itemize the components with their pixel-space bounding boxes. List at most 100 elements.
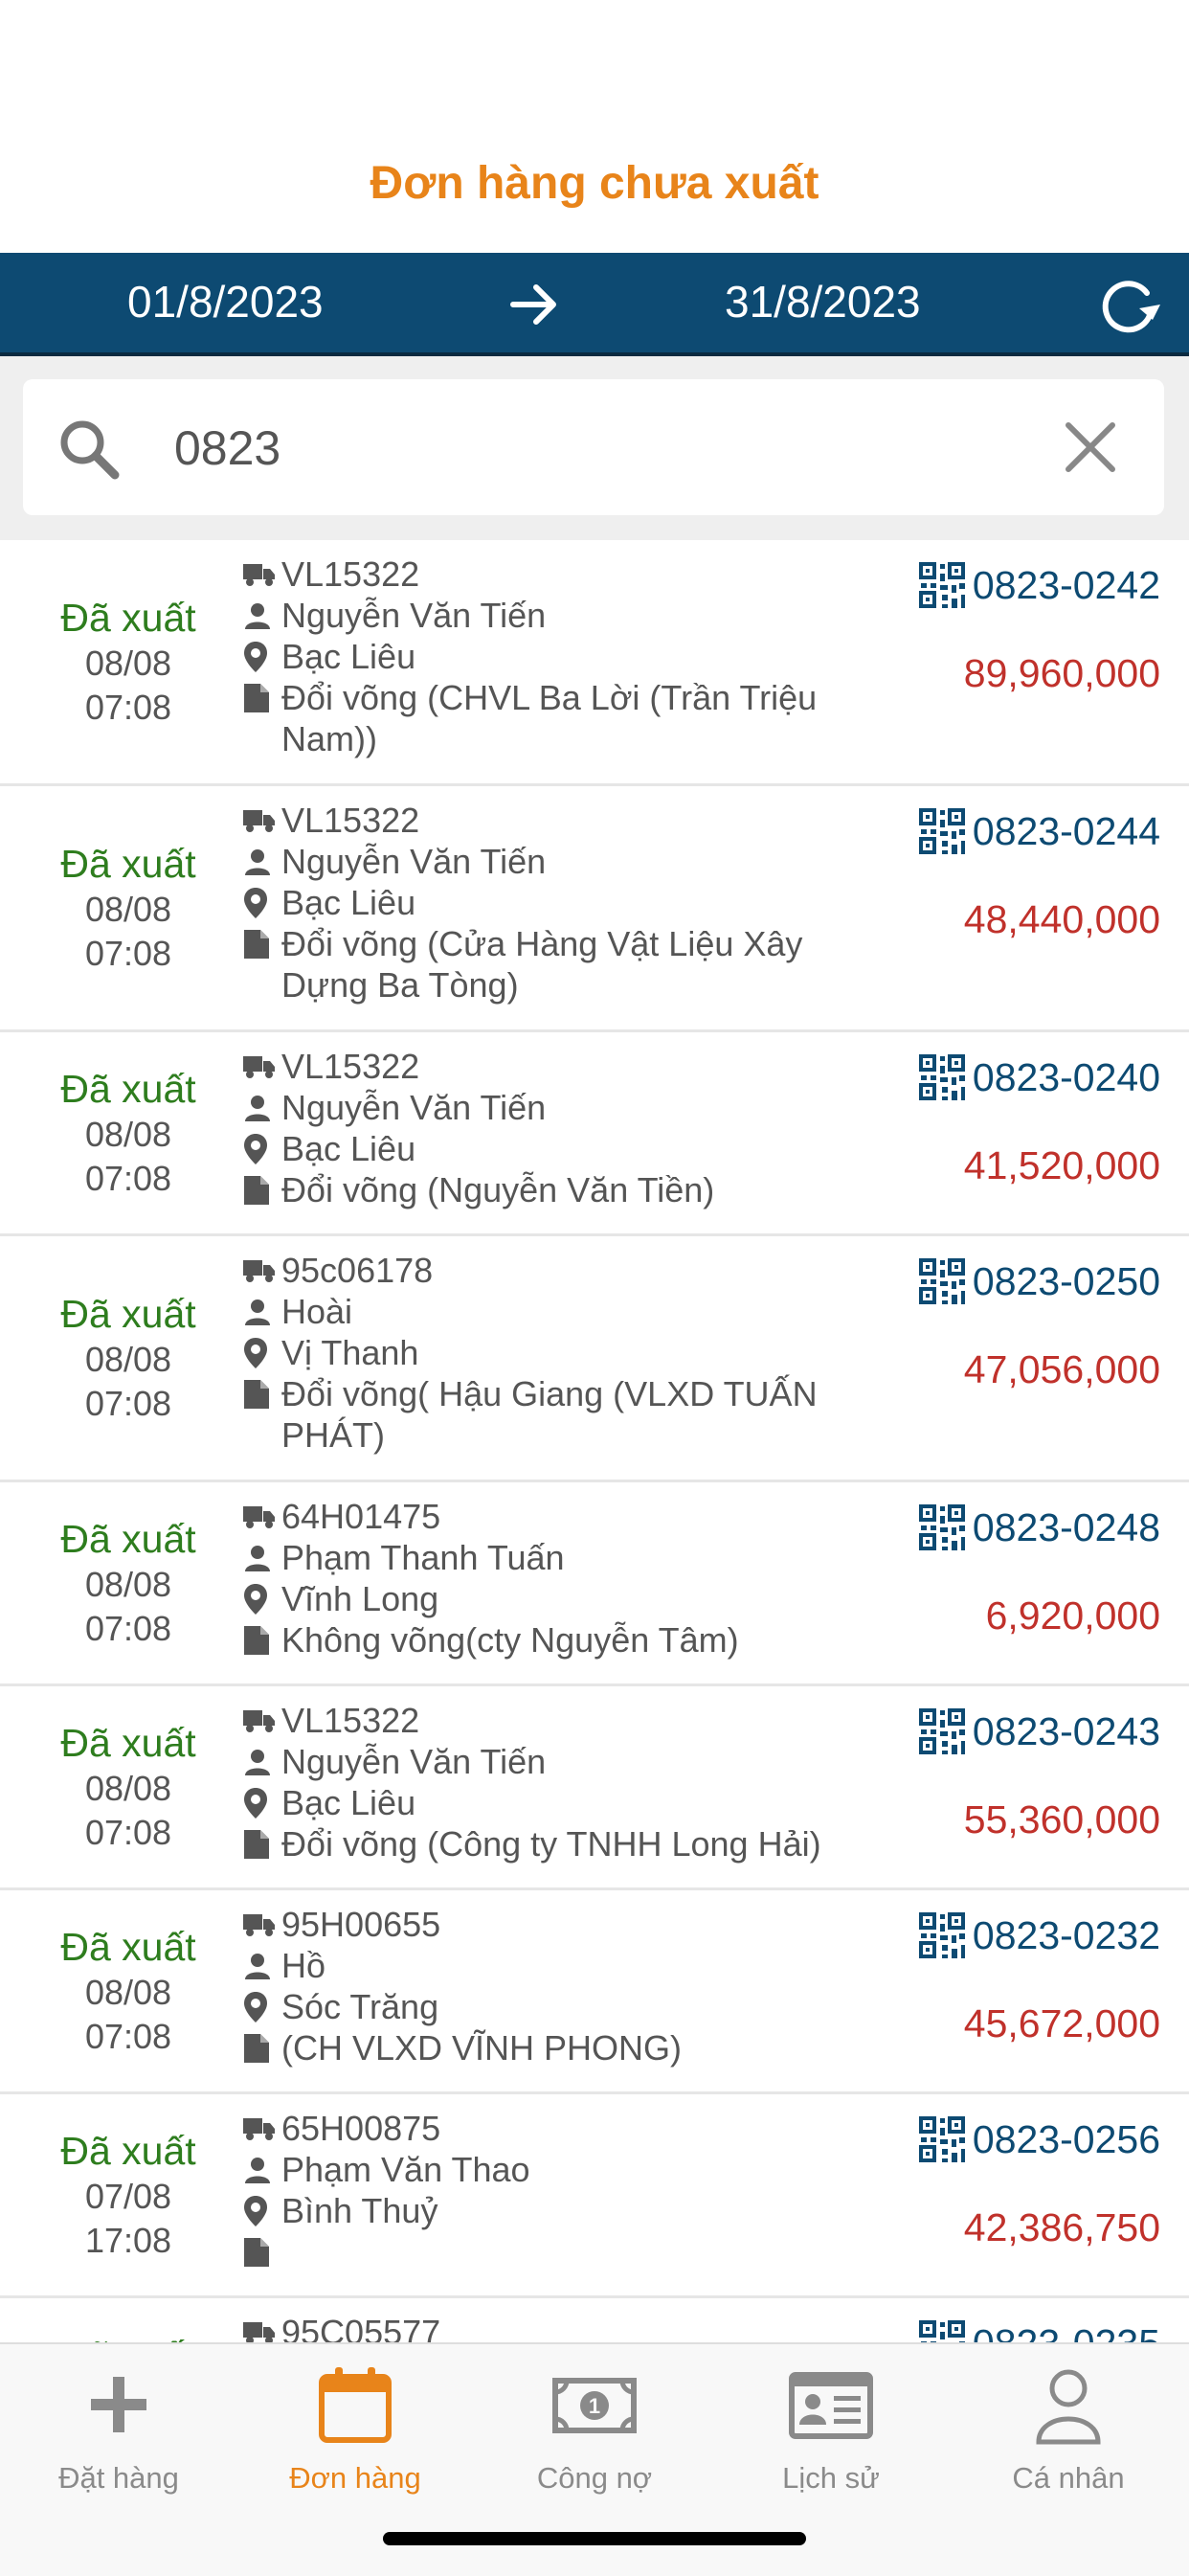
- truck-icon: [243, 554, 281, 595]
- order-row[interactable]: Đã xuất 08/08 07:08 VL15322 Nguyễn Văn Tiến B…: [0, 1032, 1189, 1236]
- order-time: 07:08: [84, 1159, 172, 1198]
- order-date: 07/08: [84, 2177, 172, 2216]
- document-icon: [243, 1169, 281, 1210]
- order-amount: 89,960,000: [963, 651, 1160, 695]
- tab-banknote[interactable]: 1 Công nợ: [499, 2365, 690, 2496]
- order-location: Vị Thanh: [281, 1333, 419, 1372]
- truck-icon: [243, 2312, 281, 2342]
- document-icon: [243, 923, 281, 964]
- order-date: 08/08: [84, 1973, 172, 2012]
- order-vehicle: 95c06178: [281, 1251, 434, 1290]
- date-from[interactable]: 01/8/2023: [127, 276, 324, 328]
- clear-icon[interactable]: [1057, 414, 1124, 481]
- order-code[interactable]: 0823-0256: [973, 2115, 1160, 2163]
- order-info: 65H00875 Phạm Văn Thao Bình Thuỷ: [243, 2108, 875, 2272]
- order-code[interactable]: 0823-0242: [973, 561, 1160, 609]
- order-vehicle: 95C05577: [281, 2313, 441, 2342]
- order-code[interactable]: 0823-0243: [973, 1707, 1160, 1755]
- tab-label: Đơn hàng: [289, 2461, 421, 2495]
- order-vehicle: VL15322: [281, 554, 420, 594]
- order-status: Đã xuất: [60, 1517, 196, 1561]
- header: Đơn hàng chưa xuất: [0, 0, 1189, 253]
- truck-icon: [243, 1904, 281, 1945]
- order-vehicle: VL15322: [281, 1701, 420, 1740]
- order-status-block: Đã xuất 08/08 07:08: [0, 1482, 257, 1683]
- order-amount: 41,520,000: [963, 1143, 1160, 1187]
- tab-id-card[interactable]: Lịch sử: [735, 2365, 927, 2496]
- order-code[interactable]: 0823-0244: [973, 807, 1160, 855]
- tab-user[interactable]: Cá nhân: [973, 2365, 1164, 2496]
- order-note: Đổi võng (Công ty TNHH Long Hải): [281, 1824, 821, 1864]
- truck-icon: [243, 1250, 281, 1291]
- search-area: [0, 356, 1189, 540]
- order-info: 64H01475 Phạm Thanh Tuấn Vĩnh Long Không võ…: [243, 1496, 875, 1661]
- order-row[interactable]: Đã xuất 08/08 07:08 95c06178 Hoài Vị Thanh Đổi…: [0, 1236, 1189, 1482]
- order-vehicle: 95H00655: [281, 1905, 441, 1944]
- order-summary: 0823-0250 47,056,000: [918, 1257, 1160, 1393]
- truck-icon: [243, 1046, 281, 1087]
- tab-plus[interactable]: Đặt hàng: [23, 2365, 214, 2496]
- search-input[interactable]: [172, 412, 1038, 485]
- order-status: Đã xuất: [60, 1067, 196, 1111]
- order-summary: 0823-0242 89,960,000: [918, 561, 1160, 697]
- order-vehicle: 65H00875: [281, 2109, 441, 2148]
- order-note: Đổi võng (Nguyễn Văn Tiền): [281, 1170, 715, 1209]
- order-driver: Phạm Văn Thao: [281, 2150, 530, 2189]
- order-time: 07:08: [84, 1813, 172, 1852]
- order-note: Đổi võng( Hậu Giang (VLXD TUẤN PHÁT): [281, 1374, 818, 1455]
- order-status-block: Đã xuất 08/08 07:08: [0, 1236, 257, 1480]
- tab-calendar[interactable]: Đơn hàng: [259, 2365, 451, 2496]
- document-icon: [243, 1823, 281, 1864]
- order-vehicle: VL15322: [281, 1047, 420, 1086]
- order-row[interactable]: Đã xuất 08/08 07:08 VL15322 Nguyễn Văn Tiến B…: [0, 1686, 1189, 1890]
- order-row[interactable]: Đã xuất 08/08 07:08 VL15322 Nguyễn Văn Tiến B…: [0, 540, 1189, 786]
- qr-code-icon: [918, 1504, 965, 1550]
- order-row[interactable]: Đã xuất 08/08 07:08 95H00655 Hồ Sóc Trăng (CH…: [0, 1890, 1189, 2094]
- order-summary: 0823-0235: [918, 2319, 1160, 2342]
- refresh-icon[interactable]: [1097, 278, 1162, 333]
- order-summary: 0823-0243 55,360,000: [918, 1707, 1160, 1843]
- order-code[interactable]: 0823-0248: [973, 1503, 1160, 1551]
- order-row[interactable]: Đã xuất 08/08 07:08 VL15322 Nguyễn Văn Tiến B…: [0, 786, 1189, 1032]
- order-driver: Nguyễn Văn Tiến: [281, 842, 547, 881]
- date-to[interactable]: 31/8/2023: [725, 276, 921, 328]
- order-status-block: Đã xuất 08/08 07:08: [0, 1686, 257, 1887]
- order-date: 08/08: [84, 1340, 172, 1379]
- order-status-block: Đã xuất 08/08 07:08: [0, 1890, 257, 2091]
- order-info: VL15322 Nguyễn Văn Tiến Bạc Liêu Đổi võng (…: [243, 554, 875, 759]
- order-vehicle: VL15322: [281, 801, 420, 840]
- order-status: Đã xuất: [60, 842, 196, 886]
- tab-label: Lịch sử: [782, 2461, 880, 2495]
- order-code[interactable]: 0823-0240: [973, 1053, 1160, 1101]
- order-time: 07:08: [84, 688, 172, 727]
- order-info: VL15322 Nguyễn Văn Tiến Bạc Liêu Đổi võng (…: [243, 800, 875, 1006]
- order-info: 95c06178 Hoài Vị Thanh Đổi võng( Hậu Giang …: [243, 1250, 875, 1456]
- search-icon: [60, 420, 120, 480]
- order-code[interactable]: 0823-0235: [973, 2319, 1160, 2342]
- order-status-block: Đã xuất: [0, 2298, 257, 2342]
- order-status: Đã xuất: [60, 2332, 195, 2342]
- order-date: 08/08: [84, 1115, 172, 1154]
- order-row[interactable]: Đã xuất 07/08 17:08 65H00875 Phạm Văn Thao Bì…: [0, 2094, 1189, 2298]
- order-amount: 42,386,750: [963, 2205, 1160, 2249]
- order-location: Bạc Liêu: [281, 1129, 416, 1168]
- order-row[interactable]: Đã xuất 08/08 07:08 64H01475 Phạm Thanh Tuấn…: [0, 1482, 1189, 1686]
- order-summary: 0823-0240 41,520,000: [918, 1053, 1160, 1189]
- order-date: 08/08: [84, 1769, 172, 1808]
- order-note: (CH VLXD VĨNH PHONG): [281, 2028, 683, 2068]
- order-row[interactable]: Đã xuất 95C05577 0823-0235: [0, 2298, 1189, 2342]
- svg-text:1: 1: [589, 2394, 600, 2418]
- arrow-right-icon: [510, 284, 556, 325]
- plus-icon: [23, 2365, 214, 2446]
- order-code[interactable]: 0823-0250: [973, 1257, 1160, 1305]
- order-time: 17:08: [84, 2221, 172, 2260]
- order-location: Sóc Trăng: [281, 1987, 439, 2026]
- person-icon: [243, 1537, 281, 1578]
- location-pin-icon: [243, 636, 281, 677]
- order-code[interactable]: 0823-0232: [973, 1911, 1160, 1959]
- truck-icon: [243, 1700, 281, 1741]
- order-driver: Nguyễn Văn Tiến: [281, 1088, 547, 1127]
- qr-code-icon: [918, 1054, 965, 1100]
- order-amount: 47,056,000: [963, 1347, 1160, 1391]
- banknote-icon: 1: [499, 2365, 690, 2446]
